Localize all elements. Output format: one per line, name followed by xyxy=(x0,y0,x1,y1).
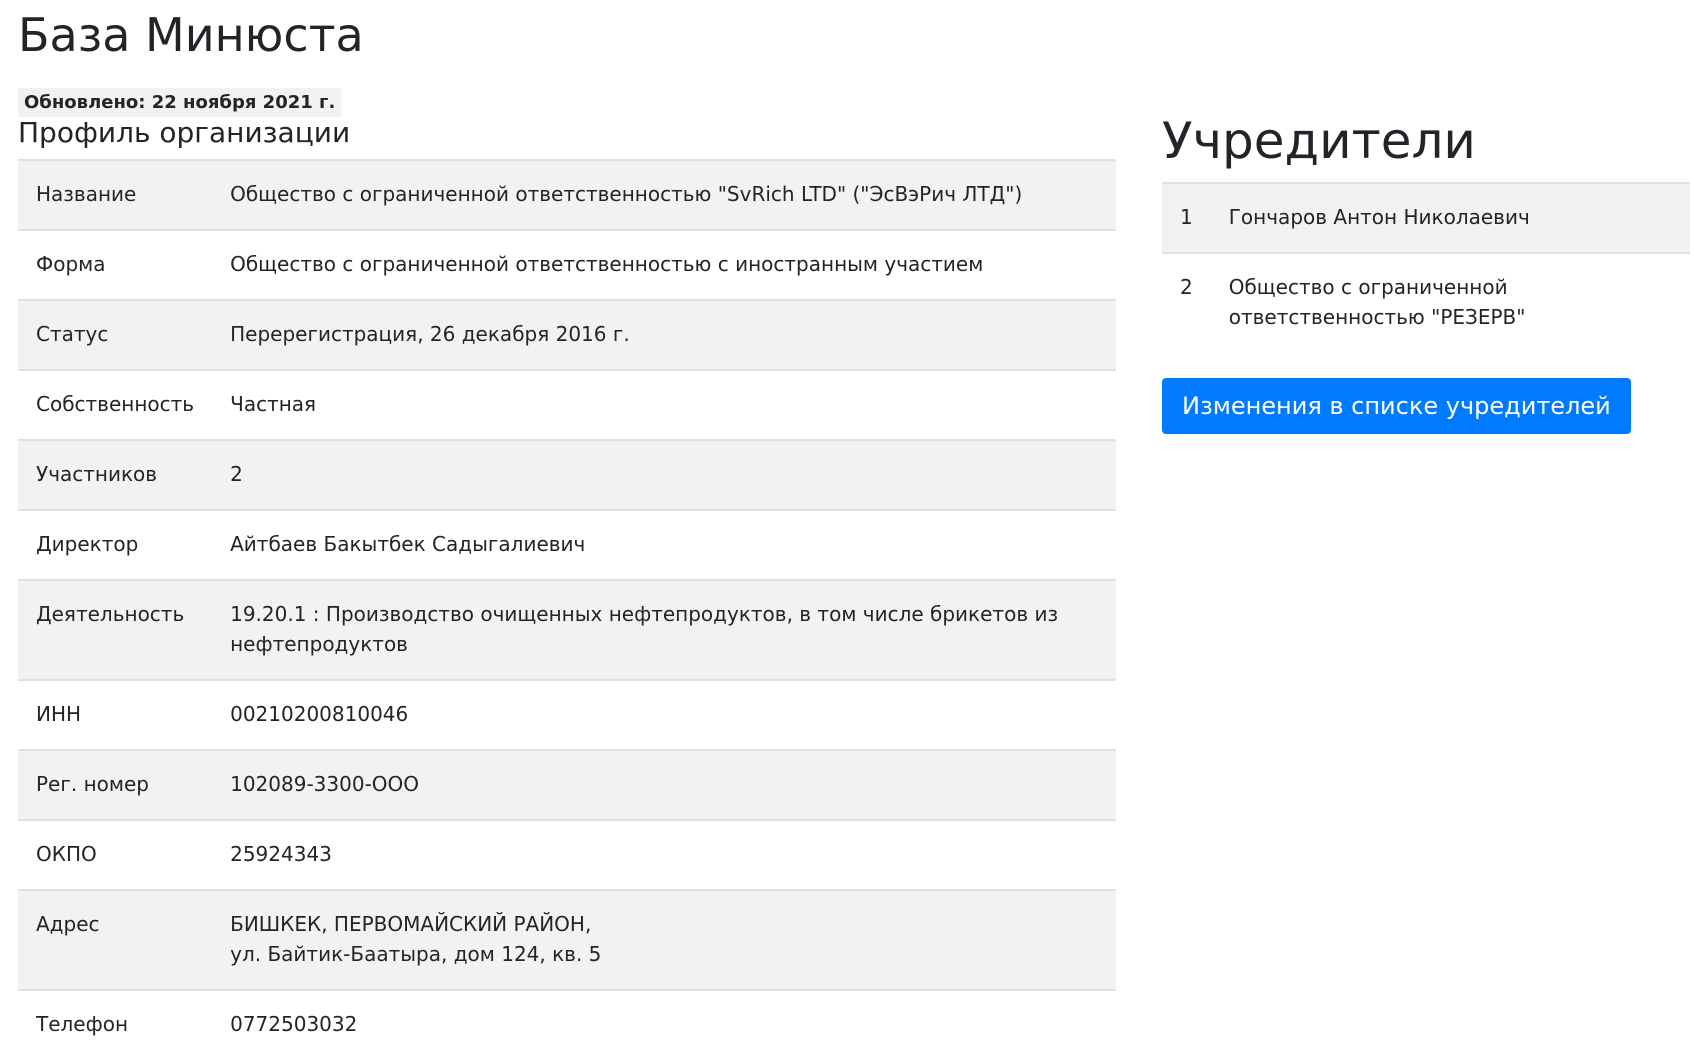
profile-row-participants: Участников 2 xyxy=(18,440,1116,510)
profile-value: Частная xyxy=(230,392,317,416)
profile-key: Название xyxy=(36,182,137,206)
organization-profile-section: Профиль организации Название Общество с … xyxy=(18,116,1116,1054)
profile-value: Айтбаев Бакытбек Садыгалиевич xyxy=(230,532,586,556)
profile-row-reg-number: Рег. номер 102089-3300-ООО xyxy=(18,750,1116,820)
profile-row-ownership: Собственность Частная xyxy=(18,370,1116,440)
profile-value: 19.20.1 : Производство очищенных нефтепр… xyxy=(230,602,1059,656)
founders-section: Учредители 1 Гончаров Антон Николаевич 2… xyxy=(1162,112,1690,434)
profile-row-okpo: ОКПО 25924343 xyxy=(18,820,1116,890)
profile-value: 00210200810046 xyxy=(230,702,409,726)
profile-key: ОКПО xyxy=(36,842,97,866)
profile-row-name: Название Общество с ограниченной ответст… xyxy=(18,160,1116,230)
profile-row-status: Статус Перерегистрация, 26 декабря 2016 … xyxy=(18,300,1116,370)
profile-key: Рег. номер xyxy=(36,772,149,796)
founder-row: 1 Гончаров Антон Николаевич xyxy=(1162,183,1690,253)
address-line-1: БИШКЕК, ПЕРВОМАЙСКИЙ РАЙОН, xyxy=(230,912,592,936)
profile-key: Директор xyxy=(36,532,139,556)
profile-value: 25924343 xyxy=(230,842,332,866)
profile-key: Форма xyxy=(36,252,106,276)
profile-value: 0772503032 xyxy=(230,1012,358,1036)
founder-name: Общество с ограниченной ответственностью… xyxy=(1228,275,1526,329)
profile-key: Деятельность xyxy=(36,602,185,626)
updated-date-badge: Обновлено: 22 ноября 2021 г. xyxy=(18,88,342,117)
profile-key: Собственность xyxy=(36,392,195,416)
profile-value: Общество с ограниченной ответственностью… xyxy=(230,182,1023,206)
profile-row-form: Форма Общество с ограниченной ответствен… xyxy=(18,230,1116,300)
profile-row-activity: Деятельность 19.20.1 : Производство очищ… xyxy=(18,580,1116,680)
profile-key: Участников xyxy=(36,462,158,486)
profile-row-inn: ИНН 00210200810046 xyxy=(18,680,1116,750)
profile-row-director: Директор Айтбаев Бакытбек Садыгалиевич xyxy=(18,510,1116,580)
profile-key: Телефон xyxy=(36,1012,129,1036)
profile-value-address: БИШКЕК, ПЕРВОМАЙСКИЙ РАЙОН, ул. Байтик-Б… xyxy=(212,890,1116,990)
founders-title: Учредители xyxy=(1162,112,1476,170)
founder-number: 2 xyxy=(1180,275,1193,299)
profile-key: ИНН xyxy=(36,702,82,726)
profile-value: 102089-3300-ООО xyxy=(230,772,420,796)
profile-key: Статус xyxy=(36,322,109,346)
founders-changes-button[interactable]: Изменения в списке учредителей xyxy=(1162,378,1631,434)
profile-row-phone: Телефон 0772503032 xyxy=(18,990,1116,1054)
founders-table: 1 Гончаров Антон Николаевич 2 Общество с… xyxy=(1162,182,1690,352)
profile-value: Общество с ограниченной ответственностью… xyxy=(230,252,984,276)
founder-name: Гончаров Антон Николаевич xyxy=(1228,205,1530,229)
founder-row: 2 Общество с ограниченной ответственност… xyxy=(1162,253,1690,352)
address-line-2: ул. Байтик-Баатыра, дом 124, кв. 5 xyxy=(230,942,602,966)
profile-table: Название Общество с ограниченной ответст… xyxy=(18,159,1116,1054)
profile-value: 2 xyxy=(230,462,243,486)
profile-value: Перерегистрация, 26 декабря 2016 г. xyxy=(230,322,630,346)
profile-key: Адрес xyxy=(36,912,100,936)
page-title: База Минюста xyxy=(18,8,364,62)
profile-section-title: Профиль организации xyxy=(18,116,351,149)
profile-row-address: Адрес БИШКЕК, ПЕРВОМАЙСКИЙ РАЙОН, ул. Ба… xyxy=(18,890,1116,990)
founder-number: 1 xyxy=(1180,205,1193,229)
